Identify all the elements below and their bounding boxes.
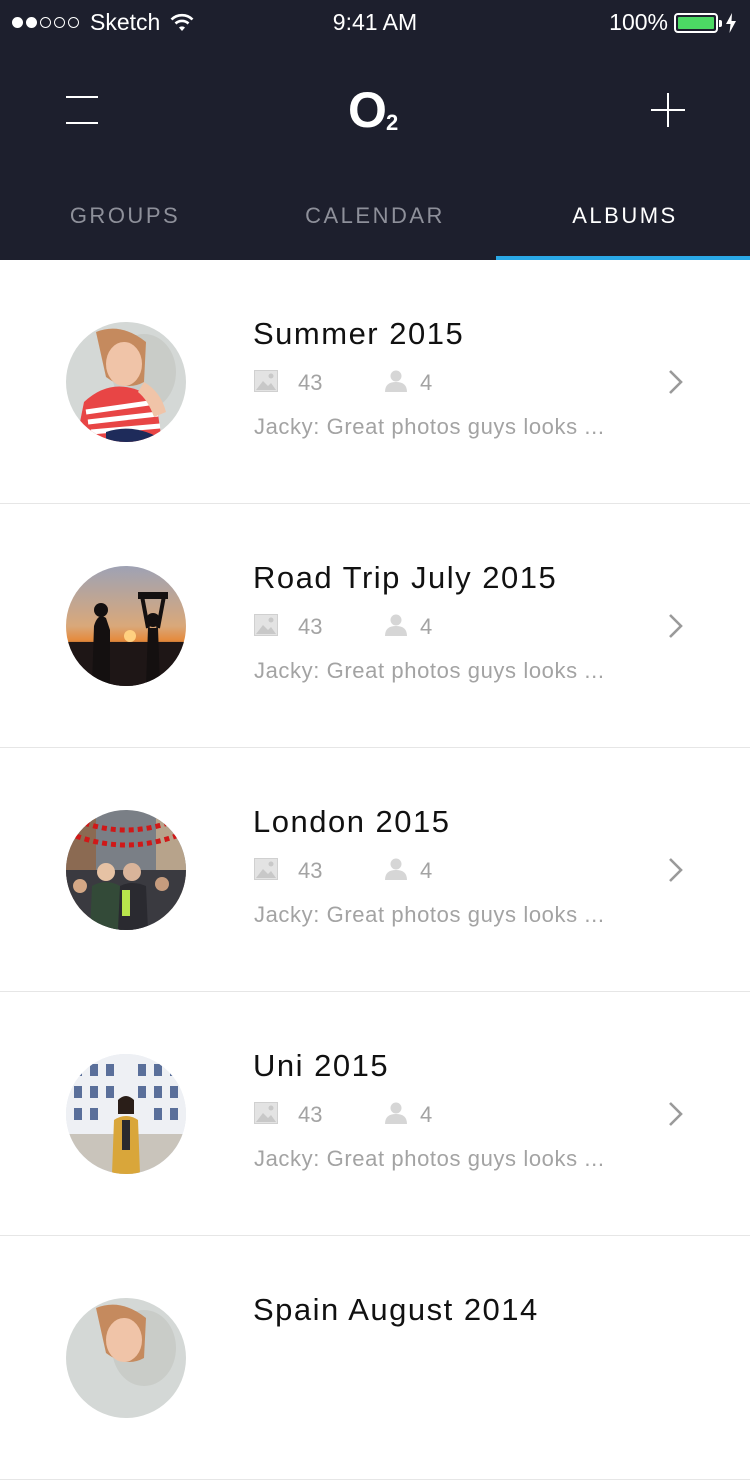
latest-comment-preview: Jacky: Great photos guys looks ... (254, 414, 605, 439)
album-photo (66, 322, 186, 442)
status-bar: Sketch 9:41 AM 100% (0, 0, 750, 44)
battery-percentage: 100% (609, 9, 668, 35)
chevron-right-icon (669, 614, 683, 638)
album-row[interactable]: Summer 2015 43 4 Jacky: Great photos guy… (0, 260, 750, 504)
album-avatar (66, 1298, 186, 1418)
album-photo (66, 810, 186, 930)
member-count: 4 (420, 370, 433, 395)
person-icon (385, 370, 407, 392)
tab-calendar[interactable]: CALENDAR (250, 190, 500, 260)
tab-albums[interactable]: ALBUMS (500, 190, 750, 260)
battery-tip (719, 19, 722, 27)
member-count: 4 (420, 858, 433, 883)
logo-subscript: 2 (386, 110, 399, 135)
album-photo (66, 1054, 186, 1174)
person-icon (385, 1102, 407, 1124)
photo-count: 43 (298, 370, 323, 395)
album-avatar (66, 322, 186, 442)
charging-bolt-icon (726, 12, 736, 33)
latest-comment-preview: Jacky: Great photos guys looks ... (254, 902, 605, 927)
photo-icon (254, 370, 278, 392)
chevron-right-icon (669, 1102, 683, 1126)
album-photo (66, 566, 186, 686)
latest-comment-preview: Jacky: Great photos guys looks ... (254, 1146, 605, 1171)
menu-button[interactable] (66, 96, 98, 124)
person-icon (385, 614, 407, 636)
logo-letter: O (348, 82, 387, 138)
album-title: Uni 2015 (253, 1048, 390, 1083)
album-title: Summer 2015 (253, 316, 465, 351)
status-right: 100% (609, 9, 736, 36)
member-count: 4 (420, 614, 433, 639)
member-count: 4 (420, 1102, 433, 1127)
hamburger-line (66, 122, 98, 124)
album-row[interactable]: Road Trip July 2015 43 4 Jacky: Great ph… (0, 504, 750, 748)
person-icon (385, 858, 407, 880)
album-row[interactable]: Uni 2015 43 4 Jacky: Great photos guys l… (0, 992, 750, 1236)
plus-icon-vertical (667, 93, 669, 127)
album-row[interactable]: London 2015 43 4 Jacky: Great photos guy… (0, 748, 750, 992)
o2-logo: O 2 (348, 84, 408, 140)
photo-count: 43 (298, 614, 323, 639)
tab-groups[interactable]: GROUPS (0, 190, 250, 260)
photo-count: 43 (298, 1102, 323, 1127)
album-title: Spain August 2014 (253, 1292, 539, 1327)
photo-icon (254, 1102, 278, 1124)
tab-bar: GROUPS CALENDAR ALBUMS (0, 190, 750, 260)
battery-level (678, 16, 714, 29)
photo-icon (254, 614, 278, 636)
album-title: London 2015 (253, 804, 451, 839)
app-header: Sketch 9:41 AM 100% O 2 GROUPS CALENDAR … (0, 0, 750, 260)
album-avatar (66, 810, 186, 930)
album-title: Road Trip July 2015 (253, 560, 558, 595)
album-row[interactable]: Spain August 2014 (0, 1236, 750, 1480)
add-album-button[interactable] (651, 93, 685, 127)
photo-count: 43 (298, 858, 323, 883)
album-avatar (66, 566, 186, 686)
chevron-right-icon (669, 858, 683, 882)
photo-icon (254, 858, 278, 880)
album-avatar (66, 1054, 186, 1174)
album-photo (66, 1298, 186, 1418)
battery-icon (674, 12, 722, 33)
chevron-right-icon (669, 370, 683, 394)
hamburger-line (66, 96, 98, 98)
latest-comment-preview: Jacky: Great photos guys looks ... (254, 658, 605, 683)
